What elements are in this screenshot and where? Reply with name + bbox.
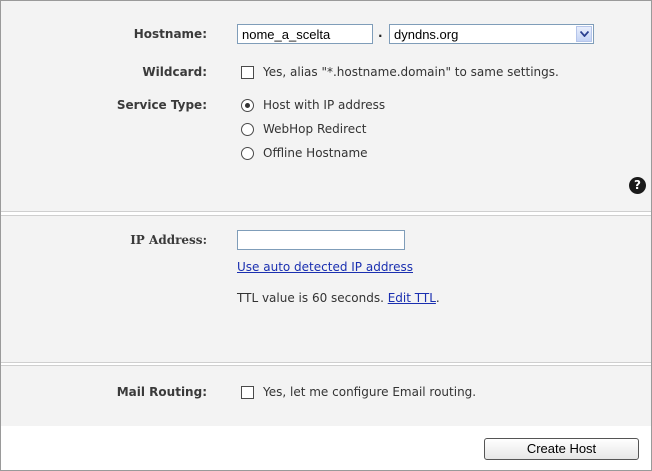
hostname-separator: . [378, 26, 383, 40]
service-type-label: Service Type: [116, 98, 207, 112]
domain-select-value: dyndns.org [394, 27, 459, 42]
hostname-label: Hostname: [133, 27, 207, 41]
radio-webhop-redirect-label: WebHop Redirect [263, 122, 367, 136]
radio-offline-hostname-label: Offline Hostname [263, 146, 368, 160]
mail-routing-option-label: Yes, let me configure Email routing. [263, 385, 477, 399]
create-host-button[interactable]: Create Host [484, 438, 639, 460]
ttl-text: TTL value is 60 seconds. Edit TTL. [237, 291, 440, 305]
auto-detect-ip-link[interactable]: Use auto detected IP address [237, 260, 413, 274]
radio-webhop-redirect[interactable] [241, 123, 254, 136]
mail-routing-label: Mail Routing: [116, 385, 207, 399]
host-settings-section: Hostname: nome_a_scelta . dyndns.org Wil… [1, 1, 651, 212]
ttl-value-text: TTL value is 60 seconds. [237, 291, 384, 305]
ip-address-label: IP Address: [130, 233, 207, 247]
create-host-form: Hostname: nome_a_scelta . dyndns.org Wil… [0, 0, 652, 471]
domain-select[interactable]: dyndns.org [389, 24, 594, 44]
radio-offline-hostname[interactable] [241, 147, 254, 160]
ttl-suffix: . [435, 291, 440, 305]
ip-address-section: IP Address: Use auto detected IP address… [1, 215, 651, 363]
radio-host-with-ip-label: Host with IP address [263, 98, 386, 112]
form-actions: Create Host [1, 426, 651, 470]
help-icon[interactable]: ? [629, 177, 646, 194]
wildcard-option-label: Yes, alias "*.hostname.domain" to same s… [263, 65, 559, 79]
chevron-down-icon[interactable] [576, 26, 592, 42]
wildcard-label: Wildcard: [142, 65, 207, 79]
wildcard-checkbox[interactable] [241, 66, 254, 79]
mail-routing-checkbox[interactable] [241, 386, 254, 399]
ip-address-input[interactable] [237, 230, 405, 250]
hostname-input[interactable]: nome_a_scelta [237, 24, 373, 44]
mail-routing-section: Mail Routing: Yes, let me configure Emai… [1, 365, 651, 427]
radio-host-with-ip[interactable] [241, 99, 254, 112]
edit-ttl-link[interactable]: Edit TTL [388, 291, 436, 305]
